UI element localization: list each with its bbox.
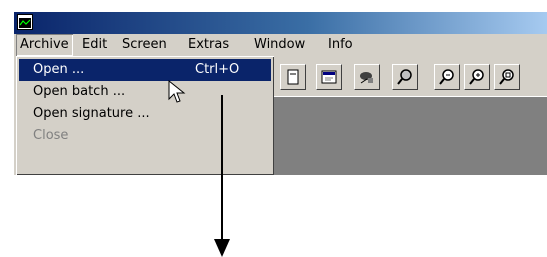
application-window: Archive Edit Screen Extras Window Info O… xyxy=(14,12,547,175)
zoom-in-icon xyxy=(439,69,454,85)
menu-item-open[interactable]: Open ... Ctrl+O xyxy=(19,59,271,81)
zoom-fit-icon xyxy=(499,69,514,85)
menu-item-label: Close xyxy=(33,128,69,143)
menu-window[interactable]: Window xyxy=(250,34,309,56)
menu-item-shortcut: Ctrl+O xyxy=(195,62,240,77)
menu-edit[interactable]: Edit xyxy=(78,34,111,56)
menu-item-open-signature[interactable]: Open signature ... xyxy=(19,103,271,125)
menu-extras[interactable]: Extras xyxy=(184,34,233,56)
magnifier-icon xyxy=(397,69,412,85)
menu-item-label: Open batch ... xyxy=(33,84,126,99)
properties-icon xyxy=(321,70,337,84)
title-bar[interactable] xyxy=(14,12,547,34)
mouse-pointer-icon xyxy=(168,80,186,103)
menu-archive[interactable]: Archive xyxy=(16,34,73,56)
zoom-fit-button[interactable] xyxy=(494,64,520,90)
page-icon xyxy=(287,69,299,85)
menu-item-close: Close xyxy=(19,125,271,147)
menu-item-label: Open ... xyxy=(33,62,85,77)
menu-info[interactable]: Info xyxy=(324,34,357,56)
zoom-out-icon xyxy=(469,69,484,85)
toolbar xyxy=(274,56,547,96)
menu-bar: Archive Edit Screen Extras Window Info xyxy=(14,34,547,56)
archive-menu: Open ... Ctrl+O Open batch ... Open sign… xyxy=(16,56,274,175)
arrow-down-icon xyxy=(214,239,230,257)
workspace-area xyxy=(274,96,547,175)
menu-item-label: Open signature ... xyxy=(33,106,150,121)
callout-arrow-line xyxy=(221,95,223,241)
page-icon-button[interactable] xyxy=(280,64,306,90)
app-system-icon[interactable] xyxy=(17,14,33,30)
menu-screen[interactable]: Screen xyxy=(118,34,171,56)
properties-button[interactable] xyxy=(316,64,342,90)
magnifier-button[interactable] xyxy=(392,64,418,90)
menu-item-open-batch[interactable]: Open batch ... xyxy=(19,81,271,103)
zoom-out-button[interactable] xyxy=(464,64,490,90)
signature-button[interactable] xyxy=(354,64,380,90)
zoom-in-button[interactable] xyxy=(434,64,460,90)
signature-icon xyxy=(360,72,373,84)
